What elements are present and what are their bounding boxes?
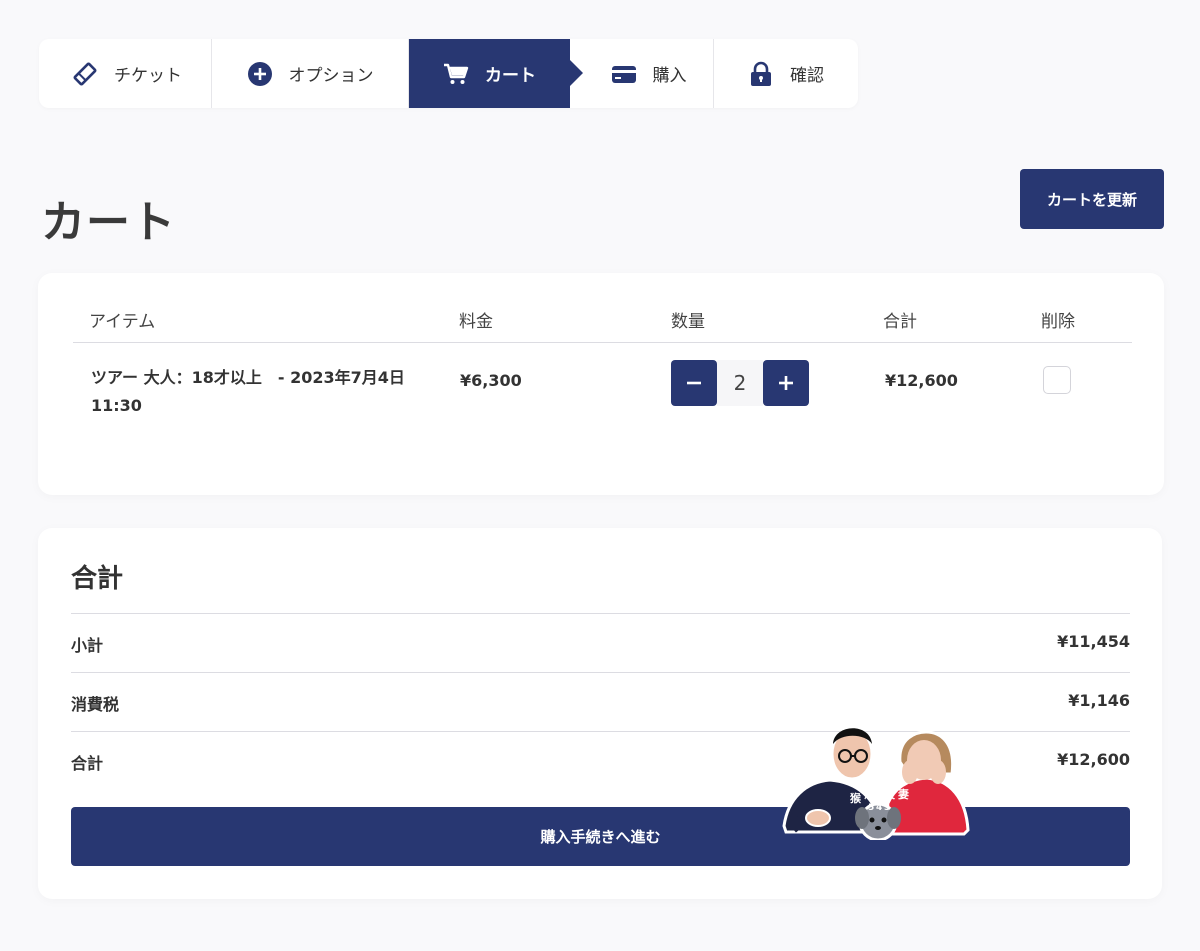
cart-icon [443,61,469,87]
item-total: ¥12,600 [885,371,958,390]
header-total: 合計 [883,312,917,332]
plus-icon [779,376,793,390]
header-item: アイテム [89,312,156,332]
step-label: オプション [288,66,374,86]
sticker-char: 猴 [850,791,862,805]
sticker-char: 3 [884,803,890,813]
page-title: カート [41,197,176,248]
step-label: 購入 [652,66,687,86]
cart-table-header: アイテム 料金 数量 合計 削除 [73,297,1132,343]
item-price: ¥6,300 [460,371,522,390]
step-option[interactable]: オプション [212,39,409,108]
lock-icon [748,61,774,87]
plus-circle-icon [247,61,273,87]
total-value: ¥12,600 [1057,750,1130,769]
sticker-char: 5 [868,803,874,813]
header-price: 料金 [459,312,493,332]
summary-title: 合計 [71,564,124,594]
sticker-char: 4 [876,803,882,813]
credit-card-icon [611,61,637,87]
tax-label: 消費税 [71,695,120,714]
tax-value: ¥1,146 [1068,691,1130,710]
update-cart-button[interactable]: カートを更新 [1020,169,1164,229]
item-name: ツアー 大人：18才以上 - 2023年7月4日 11:30 [91,368,405,415]
step-purchase[interactable]: 購入 [570,39,714,108]
increase-quantity-button[interactable] [763,360,809,406]
order-summary: 合計 小計 ¥11,454 消費税 ¥1,146 合計 ¥12,600 購入手続… [38,528,1162,899]
step-label: チケット [114,66,182,86]
watermark-sticker: 猴 深 夫 妻 5 4 3 [778,718,974,842]
header-quantity: 数量 [671,312,705,332]
total-label: 合計 [71,754,104,773]
sticker-char: 夫 [884,787,896,801]
step-ticket[interactable]: チケット [39,39,212,108]
step-cart[interactable]: カート [409,39,583,108]
sticker-char: 深 [864,787,875,801]
decrease-quantity-button[interactable] [671,360,717,406]
step-label: カート [485,66,536,86]
header-delete: 削除 [1041,312,1075,332]
quantity-input[interactable] [717,360,763,406]
cart-table: アイテム 料金 数量 合計 削除 ツアー 大人：18才以上 - 2023年7月4… [38,273,1164,495]
subtotal-value: ¥11,454 [1057,632,1130,651]
checkout-stepper: チケット オプション カート 購入 確認 [39,39,858,108]
sticker-char: 妻 [898,787,909,801]
step-confirm[interactable]: 確認 [714,39,858,108]
subtotal-label: 小計 [71,636,104,655]
quantity-stepper [671,360,809,406]
table-row: ツアー 大人：18才以上 - 2023年7月4日 11:30 ¥6,300 ¥1… [73,343,1132,453]
minus-icon [687,381,701,385]
step-label: 確認 [790,66,824,86]
delete-checkbox[interactable] [1043,366,1071,394]
ticket-icon [72,61,98,87]
subtotal-row: 小計 ¥11,454 [71,613,1130,672]
